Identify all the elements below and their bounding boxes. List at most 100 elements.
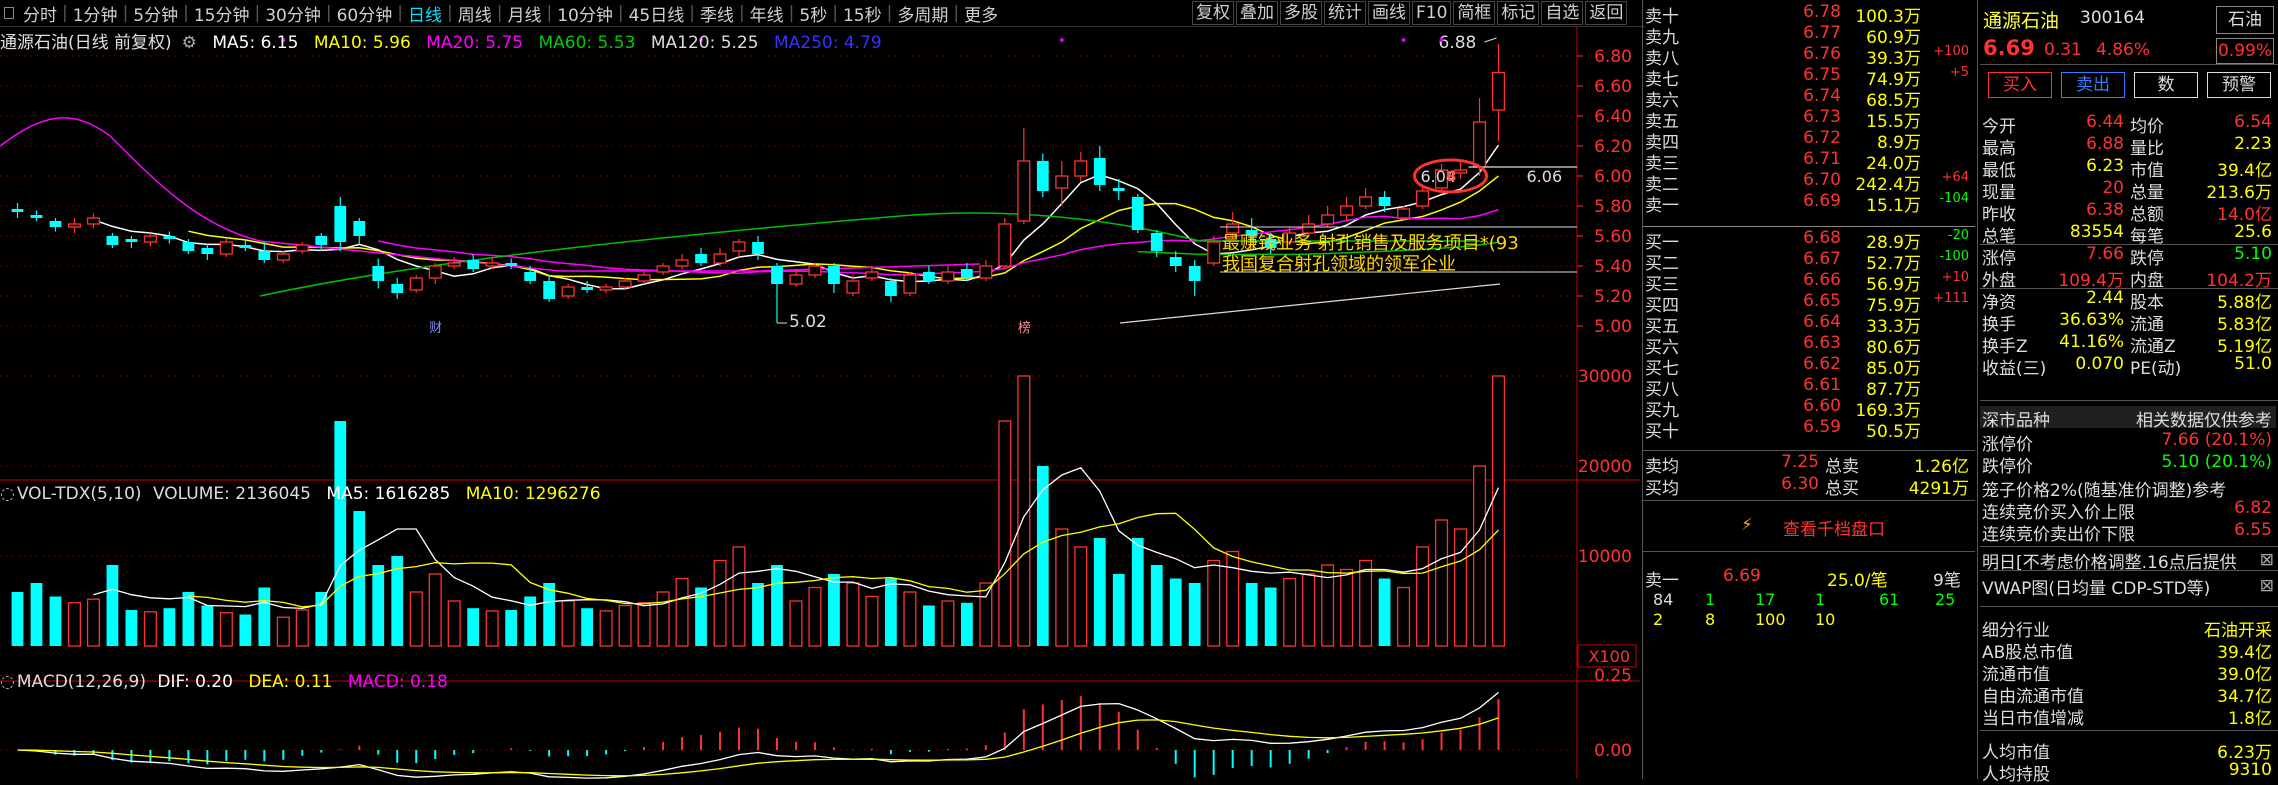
sell-level-row[interactable]: 卖五 6.73 15.5万 bbox=[1643, 107, 1973, 132]
tool-button[interactable]: 统计 bbox=[1324, 1, 1366, 25]
sell-level-row[interactable]: 卖十 6.78 100.3万 bbox=[1643, 2, 1973, 27]
tool-button[interactable]: 标记 bbox=[1497, 1, 1540, 25]
sell-level-row[interactable]: 卖七 6.75 74.9万 +5 bbox=[1643, 65, 1973, 90]
kline-chart[interactable]: 6.80 6.60 6.40 6.20 6.00 5.80 5.60 5.40 5.20 5.00… bbox=[0, 26, 1640, 779]
period-tab[interactable]: 5秒 bbox=[794, 1, 832, 26]
market-stat: 流通市值 39.0亿 bbox=[1980, 660, 2276, 685]
candle-body bbox=[1074, 160, 1088, 177]
sell-level-row[interactable]: 卖四 6.72 8.9万 bbox=[1643, 128, 1973, 153]
macd-value: MACD: 0.18 bbox=[347, 672, 448, 692]
close-small-icon[interactable]: ⊠ bbox=[2260, 550, 2274, 570]
sell-level-row[interactable]: 卖六 6.74 68.5万 bbox=[1643, 86, 1973, 111]
tool-button[interactable]: 自选 bbox=[1541, 1, 1584, 25]
level-price: 6.60 bbox=[1803, 396, 1841, 416]
vol-ma5: MA5: 1616285 bbox=[326, 484, 451, 504]
buy-level-row[interactable]: 买七 6.62 85.0万 bbox=[1643, 354, 1973, 379]
tool-button[interactable]: 叠加 bbox=[1236, 1, 1278, 25]
buy-level-row[interactable]: 买二 6.67 52.7万 -100 bbox=[1643, 249, 1973, 274]
period-tab[interactable]: 30分钟 bbox=[260, 1, 326, 26]
tool-button[interactable]: 多股 bbox=[1280, 1, 1322, 25]
period-tab[interactable]: 15秒 bbox=[838, 1, 887, 26]
period-tab[interactable]: 更多 bbox=[959, 1, 1003, 26]
quantity-button[interactable]: 数 bbox=[2134, 72, 2198, 98]
level-change: +100 bbox=[1933, 44, 1969, 59]
stat-value: 6.38 bbox=[2086, 200, 2124, 220]
period-tab[interactable]: 45日线 bbox=[624, 1, 690, 26]
period-tab[interactable]: 15分钟 bbox=[189, 1, 255, 26]
period-tab[interactable]: 年线 bbox=[745, 1, 789, 26]
view-depth-link[interactable]: 查看千档盘口 bbox=[1783, 515, 1885, 540]
chart-title: 通源石油(日线 前复权) bbox=[0, 33, 172, 53]
period-tab[interactable]: 60分钟 bbox=[332, 1, 398, 26]
tool-button[interactable]: 复权 bbox=[1192, 1, 1234, 25]
buy-level-row[interactable]: 买九 6.60 169.3万 bbox=[1643, 396, 1973, 421]
buy-level-row[interactable]: 买八 6.61 87.7万 bbox=[1643, 375, 1973, 400]
candle-body bbox=[1017, 160, 1031, 222]
total-label: 总买 bbox=[1825, 479, 1859, 499]
level-price: 6.66 bbox=[1803, 270, 1841, 290]
candle-body bbox=[1207, 241, 1221, 264]
buy-level-row[interactable]: 买六 6.63 80.6万 bbox=[1643, 333, 1973, 358]
volume-bar bbox=[1131, 538, 1144, 646]
ma10-label: MA10: 5.96 bbox=[313, 33, 411, 53]
period-tab[interactable]: 季线 bbox=[695, 1, 739, 26]
industry-row: 细分行业 石油开采 bbox=[1980, 616, 2276, 641]
period-tab[interactable]: 月线 bbox=[502, 1, 546, 26]
tool-button[interactable]: 简框 bbox=[1453, 1, 1496, 25]
quote-row: 最低 6.23 市值 39.4亿 bbox=[1980, 156, 2276, 181]
vol-ma10: MA10: 1296276 bbox=[465, 484, 601, 504]
sector-tag[interactable]: 石油 bbox=[2216, 6, 2274, 34]
sell-level-row[interactable]: 卖八 6.76 39.3万 +100 bbox=[1643, 44, 1973, 69]
candle-body bbox=[219, 241, 233, 255]
tool-button[interactable]: 画线 bbox=[1368, 1, 1410, 25]
tool-button[interactable]: F10 bbox=[1412, 1, 1452, 25]
buy-level-row[interactable]: 买四 6.65 75.9万 +111 bbox=[1643, 291, 1973, 316]
buy-level-row[interactable]: 买三 6.66 56.9万 +10 bbox=[1643, 270, 1973, 295]
level-price: 6.65 bbox=[1803, 291, 1841, 311]
gear-icon[interactable]: ⚙ bbox=[182, 33, 197, 53]
sell-level-row[interactable]: 卖二 6.70 242.4万 +64 bbox=[1643, 170, 1973, 195]
menu-square-icon[interactable] bbox=[4, 7, 14, 19]
queue-count: 9笔 bbox=[1933, 571, 1961, 591]
period-tab[interactable]: 周线 bbox=[453, 1, 497, 26]
candle-body bbox=[923, 272, 935, 281]
buy-level-row[interactable]: 买十 6.59 50.5万 bbox=[1643, 417, 1973, 442]
buy-level-row[interactable]: 买一 6.68 28.9万 -20 bbox=[1643, 228, 1973, 253]
tag-ranking: 榜 bbox=[1018, 320, 1031, 336]
period-tab[interactable]: 1分钟 bbox=[68, 1, 123, 26]
level-price: 6.78 bbox=[1803, 2, 1841, 22]
alert-button[interactable]: 预警 bbox=[2207, 72, 2271, 98]
period-tab[interactable]: 多周期 bbox=[892, 1, 953, 26]
level-volume: 15.1万 bbox=[1866, 196, 1921, 216]
candle-body bbox=[106, 236, 119, 245]
stat-label: PE(动) bbox=[2130, 359, 2182, 379]
period-tab[interactable]: 日线 bbox=[403, 1, 447, 26]
candle-body bbox=[865, 271, 879, 279]
buy-level-row[interactable]: 买五 6.64 33.3万 bbox=[1643, 312, 1973, 337]
queue-order: 2 bbox=[1653, 610, 1664, 629]
sell-level-row[interactable]: 卖三 6.71 24.0万 bbox=[1643, 149, 1973, 174]
price-axis-label: 5.00 bbox=[1594, 317, 1632, 337]
period-tab[interactable]: 10分钟 bbox=[552, 1, 618, 26]
volume-unit-label: X100 bbox=[1589, 647, 1631, 666]
volume-bar bbox=[885, 578, 897, 646]
ma120-label: MA120: 5.25 bbox=[650, 33, 759, 53]
buy-button[interactable]: 买入 bbox=[1988, 72, 2052, 98]
stat-value: 41.16% bbox=[2059, 332, 2124, 352]
candle-body bbox=[732, 241, 746, 252]
stock-name: 通源石油 bbox=[1983, 10, 2060, 32]
tag-financial: 财 bbox=[429, 321, 442, 336]
quote-row: 换手Z 41.16% 流通Z 5.19亿 bbox=[1980, 332, 2276, 357]
candle-body bbox=[258, 251, 271, 260]
sell-button[interactable]: 卖出 bbox=[2061, 72, 2125, 98]
sell-level-row[interactable]: 卖九 6.77 60.9万 bbox=[1643, 23, 1973, 48]
high-price-label: 6.88 bbox=[1439, 33, 1477, 53]
quote-row: 现量 20 总量 213.6万 bbox=[1980, 178, 2276, 203]
period-tab[interactable]: 分时 bbox=[18, 1, 62, 26]
sell-level-row[interactable]: 卖一 6.69 15.1万 -104 bbox=[1643, 191, 1973, 216]
expand-small-icon[interactable]: ⊠ bbox=[2260, 576, 2274, 596]
ref-header-value: 相关数据仅供参考 bbox=[2136, 411, 2272, 431]
candle-body bbox=[353, 221, 366, 236]
period-tab[interactable]: 5分钟 bbox=[128, 1, 183, 26]
tool-button[interactable]: 返回 bbox=[1585, 1, 1628, 25]
